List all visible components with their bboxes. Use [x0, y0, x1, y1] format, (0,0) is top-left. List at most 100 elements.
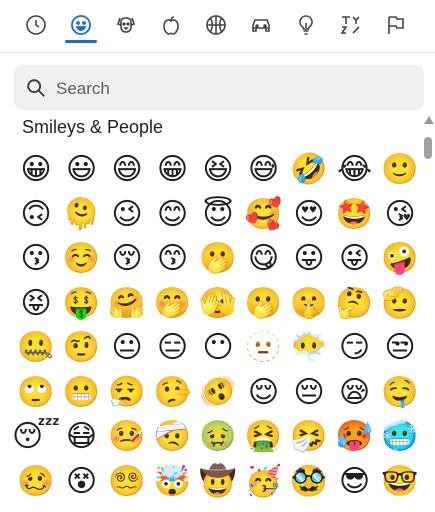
emoji-button[interactable]: 🤯 [151, 460, 195, 504]
emoji-button[interactable]: 😚 [105, 237, 149, 281]
emoji-button[interactable]: 🤮 [242, 415, 286, 459]
emoji-button[interactable]: 😀 [14, 148, 58, 192]
emoji-button[interactable]: 😴 [11, 415, 61, 459]
emoji-button[interactable]: 🤪 [378, 237, 422, 281]
tab-food[interactable] [151, 8, 191, 42]
emoji-button[interactable]: 😂 [333, 148, 377, 192]
emoji-button[interactable]: 🤭 [151, 282, 195, 326]
emoji-button[interactable]: 🙂 [378, 148, 422, 192]
scrollbar[interactable] [421, 112, 435, 512]
emoji-glyph: 🤐 [17, 330, 55, 365]
emoji-button[interactable]: 🤢 [196, 415, 240, 459]
scroll-up-arrow-icon[interactable] [424, 116, 434, 124]
emoji-button[interactable]: 😮‍💨 [105, 371, 149, 415]
emoji-button[interactable]: 🫣 [196, 282, 240, 326]
emoji-button[interactable]: 😝 [14, 282, 58, 326]
emoji-button[interactable]: 🤔 [333, 282, 377, 326]
emoji-button[interactable]: 🫥 [242, 326, 286, 370]
emoji-glyph: 😴 [11, 419, 61, 454]
emoji-glyph: 🥸 [290, 463, 328, 499]
tab-smileys[interactable] [61, 8, 101, 43]
emoji-button[interactable]: 😶‍🌫️ [287, 326, 331, 370]
search-box[interactable] [14, 65, 424, 112]
emoji-button[interactable]: 🥶 [378, 415, 422, 459]
emoji-button[interactable]: 🥸 [287, 460, 331, 504]
tab-travel[interactable] [241, 8, 281, 42]
emoji-button[interactable]: 🥴 [14, 460, 58, 504]
emoji-glyph: 😗 [20, 241, 52, 276]
emoji-button[interactable]: 🤩 [333, 193, 377, 237]
emoji-button[interactable]: 😄 [105, 148, 149, 192]
emoji-button[interactable]: 😔 [287, 371, 331, 415]
emoji-button[interactable]: 🙃 [14, 193, 58, 237]
emoji-button[interactable]: 🤒 [105, 415, 149, 459]
emoji-button[interactable]: 😬 [60, 371, 104, 415]
emoji-button[interactable]: 😙 [151, 237, 195, 281]
emoji-button[interactable]: 😅 [242, 148, 286, 192]
emoji-button[interactable]: 🫨 [196, 371, 240, 415]
tab-symbols[interactable] [331, 8, 371, 42]
tab-activities[interactable] [196, 8, 236, 42]
emoji-button[interactable]: 😪 [333, 371, 377, 415]
emoji-glyph: 😵‍💫 [108, 463, 146, 499]
emoji-button[interactable]: 🥰 [242, 193, 286, 237]
tab-flags[interactable] [376, 8, 416, 42]
emoji-button[interactable]: 😵‍💫 [105, 460, 149, 504]
emoji-glyph: 😐 [111, 330, 143, 365]
emoji-button[interactable]: 😍 [287, 193, 331, 237]
emoji-button[interactable]: 😏 [333, 326, 377, 370]
emoji-glyph: 🤫 [290, 285, 328, 321]
emoji-button[interactable]: ☺️ [60, 237, 104, 281]
emoji-button[interactable]: 🤣 [287, 148, 331, 192]
emoji-button[interactable]: 😑 [151, 326, 195, 370]
emoji-button[interactable]: 😒 [378, 326, 422, 370]
emoji-button[interactable]: 😎 [333, 460, 377, 504]
emoji-button[interactable]: 🤑 [60, 282, 104, 326]
emoji-button[interactable]: 😐 [105, 326, 149, 370]
emoji-button[interactable]: 🤗 [105, 282, 149, 326]
emoji-button[interactable]: 😆 [196, 148, 240, 192]
emoji-button[interactable]: 🤕 [151, 415, 195, 459]
emoji-glyph: 🤥 [153, 374, 192, 410]
emoji-glyph: 😎 [338, 463, 371, 499]
emoji-button[interactable]: 😛 [287, 237, 331, 281]
emoji-glyph: 🙄 [17, 374, 55, 410]
emoji-button[interactable]: 😗 [14, 237, 58, 281]
emoji-button[interactable]: 😘 [378, 193, 422, 237]
emoji-button[interactable]: 🫢 [242, 282, 286, 326]
emoji-glyph: 😚 [111, 241, 143, 276]
tab-recent[interactable] [16, 8, 56, 42]
search-input[interactable] [54, 65, 418, 112]
emoji-button[interactable]: 🤠 [196, 460, 240, 504]
emoji-button[interactable]: 🙄 [14, 371, 58, 415]
emoji-button[interactable]: 😜 [333, 237, 377, 281]
emoji-glyph: 😜 [338, 241, 371, 276]
emoji-button[interactable]: 🫢 [196, 237, 240, 281]
tab-animals[interactable] [106, 8, 146, 42]
emoji-button[interactable]: 🫡 [378, 282, 422, 326]
emoji-glyph: 🥵 [335, 419, 374, 454]
emoji-button[interactable]: 😁 [151, 148, 195, 192]
flag-icon [388, 16, 404, 34]
emoji-button[interactable]: 🫠 [60, 193, 104, 237]
emoji-button[interactable]: 🤨 [60, 326, 104, 370]
emoji-button[interactable]: 🤤 [378, 371, 422, 415]
emoji-button[interactable]: 🤐 [14, 326, 58, 370]
emoji-button[interactable]: 😊 [151, 193, 195, 237]
emoji-button[interactable]: 😃 [60, 148, 104, 192]
emoji-button[interactable]: 😵 [60, 460, 104, 504]
tab-objects[interactable] [286, 8, 326, 42]
emoji-button[interactable]: 😇 [196, 193, 240, 237]
emoji-button[interactable]: 🤥 [151, 371, 195, 415]
emoji-button[interactable]: 🤫 [287, 282, 331, 326]
emoji-button[interactable]: 😶 [196, 326, 240, 370]
emoji-button[interactable]: 😷 [60, 415, 104, 459]
emoji-button[interactable]: 🤧 [287, 415, 331, 459]
emoji-button[interactable]: 🥳 [242, 460, 286, 504]
emoji-button[interactable]: 😋 [242, 237, 286, 281]
scroll-thumb[interactable] [424, 137, 432, 159]
emoji-button[interactable]: 🤓 [378, 460, 422, 504]
emoji-button[interactable]: 🥵 [333, 415, 377, 459]
emoji-button[interactable]: 😌 [242, 371, 286, 415]
emoji-button[interactable]: 😉 [105, 193, 149, 237]
